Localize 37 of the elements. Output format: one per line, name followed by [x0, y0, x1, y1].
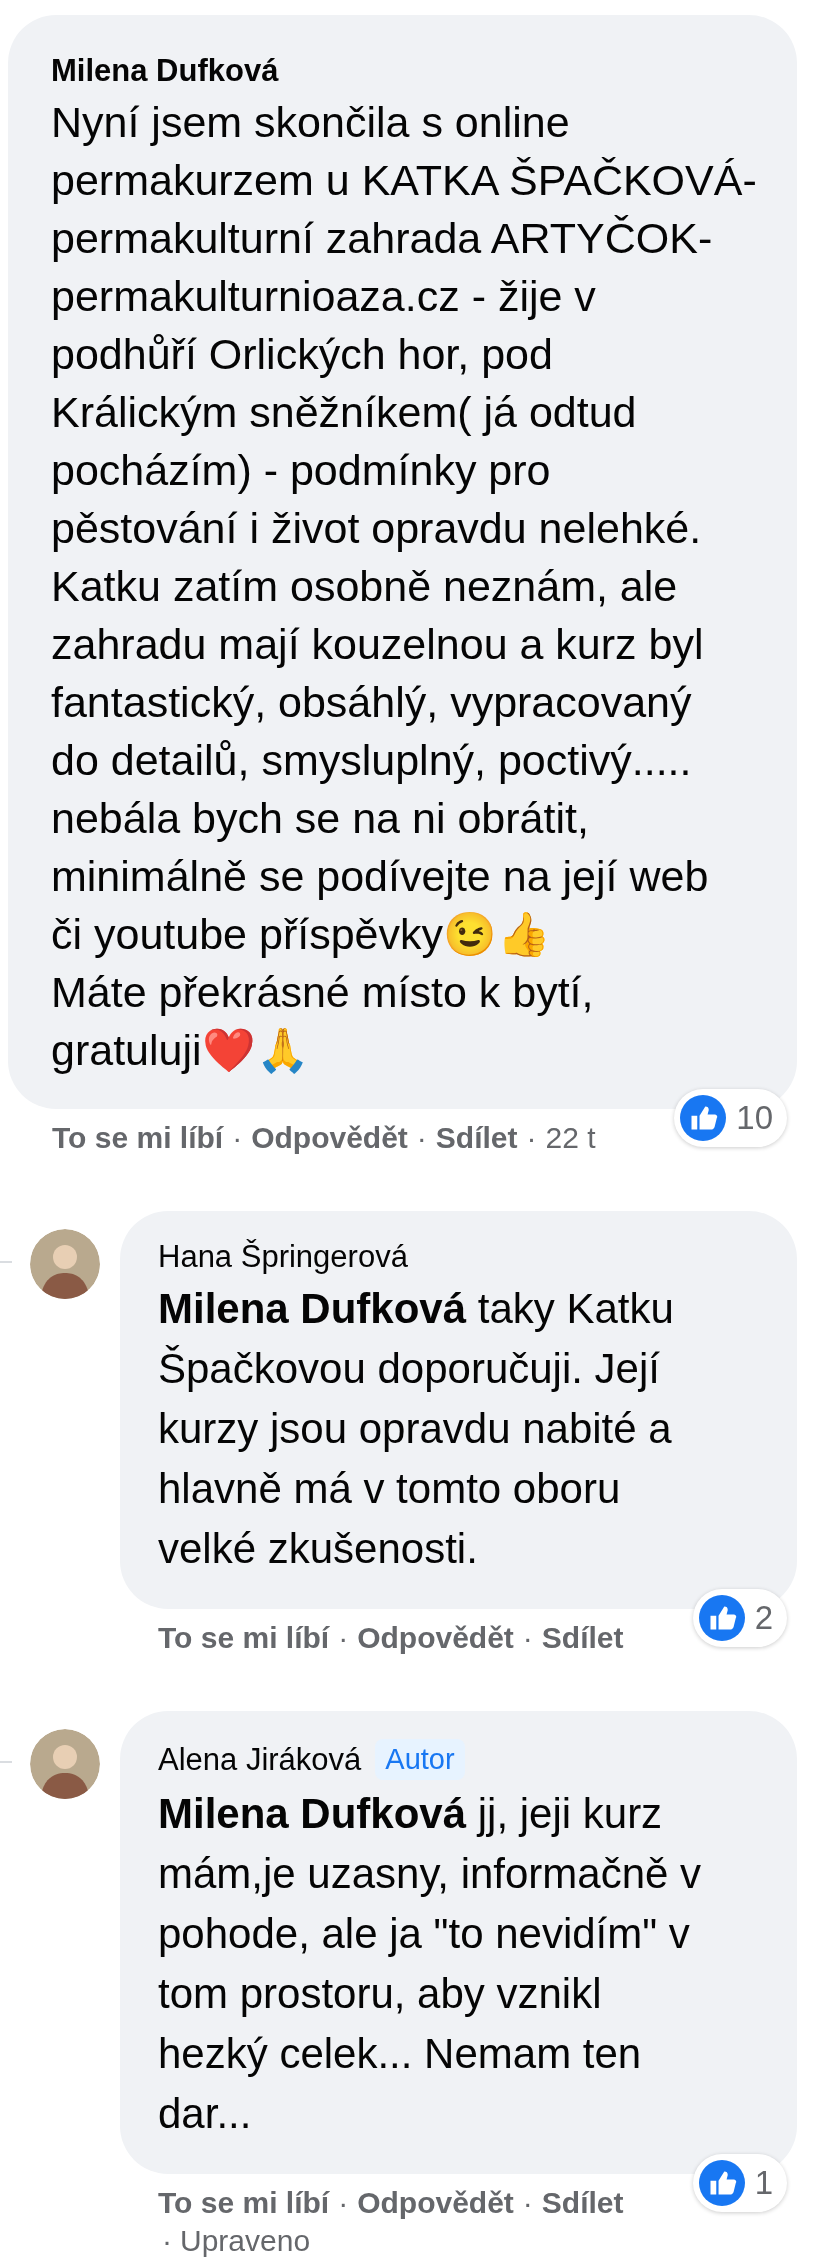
action-link[interactable]: Odpovědět: [357, 2186, 514, 2220]
like-count: 1: [754, 2164, 773, 2202]
like-count-badge[interactable]: 2: [692, 1589, 787, 1647]
comment-text: Milena Dufková taky Katku Špačkovou doporučuji. Její kurzy jsou opravdu nabité a hlavně má v tomto oboru velké zkušenosti.: [158, 1284, 675, 1574]
thumbs-up-icon: [698, 2160, 745, 2206]
like-count-badge[interactable]: 1: [692, 2154, 787, 2212]
separator-dot: ·: [338, 1621, 349, 1655]
avatar[interactable]: [30, 1229, 100, 1299]
action-link[interactable]: Sdílet: [541, 1621, 624, 1655]
separator-dot: ·: [522, 2186, 533, 2220]
action-link[interactable]: To se mi líbí: [158, 1621, 330, 1655]
like-count-badge[interactable]: 10: [674, 1089, 787, 1147]
separator-dot: ·: [522, 1621, 533, 1655]
like-count: 10: [736, 1099, 773, 1137]
action-link[interactable]: Odpovědět: [251, 1121, 408, 1155]
action-link[interactable]: Sdílet: [541, 2186, 624, 2220]
separator-dot: ·: [232, 1121, 243, 1155]
author-name[interactable]: Alena Jiráková: [158, 1741, 362, 1778]
author-badge: Autor: [375, 1739, 465, 1780]
comment-text: Milena Dufková jj, jeji kurz mám,je uzasny, informačně v pohode, ale ja "to nevidím" v tom prostoru, aby vznikl hezký celek... Nemam ten dar...: [158, 1789, 703, 2139]
separator-dot: ·: [162, 2224, 172, 2258]
action-link[interactable]: Odpovědět: [357, 1621, 514, 1655]
separator-dot: ·: [338, 2186, 349, 2220]
thumbs-up-icon: [698, 1595, 745, 1641]
separator-dot: ·: [526, 1121, 537, 1155]
action-link[interactable]: Sdílet: [435, 1121, 518, 1155]
separator-dot: ·: [416, 1121, 427, 1155]
timestamp[interactable]: 22 t: [545, 1121, 596, 1155]
author-name[interactable]: Milena Dufková: [51, 53, 777, 89]
comment-text: Nyní jsem skončila s online permakurzem u KATKA ŠPAČKOVÁ- permakulturní zahrada ARTYČOK- permakulturnioaza.cz - žije v podhůří Orlických hor, pod Králickým sněžníkem( já odtud pocházím) - podmínky pro pěstování i život opravdu nelehké. Katku zatím osobně neznám, ale zahradu mají kouzelnou a kurz byl fantastický, obsáhlý, vypracovaný do detailů, smysluplný, poctivý..... nebála bych se na ni obrátit, minimálně se podívejte na její web či youtube příspěvky😉👍 Máte překrásné místo k bytí, gratuluji❤🙏: [51, 97, 758, 1076]
author-name[interactable]: Hana Špringerová: [158, 1239, 408, 1275]
action-link[interactable]: To se mi líbí: [52, 1121, 224, 1155]
action-link[interactable]: To se mi líbí: [158, 2186, 330, 2220]
edited-label: Upraveno: [180, 2224, 311, 2258]
like-count: 2: [754, 1599, 773, 1637]
avatar[interactable]: [30, 1729, 100, 1799]
thumbs-up-icon: [680, 1095, 727, 1141]
